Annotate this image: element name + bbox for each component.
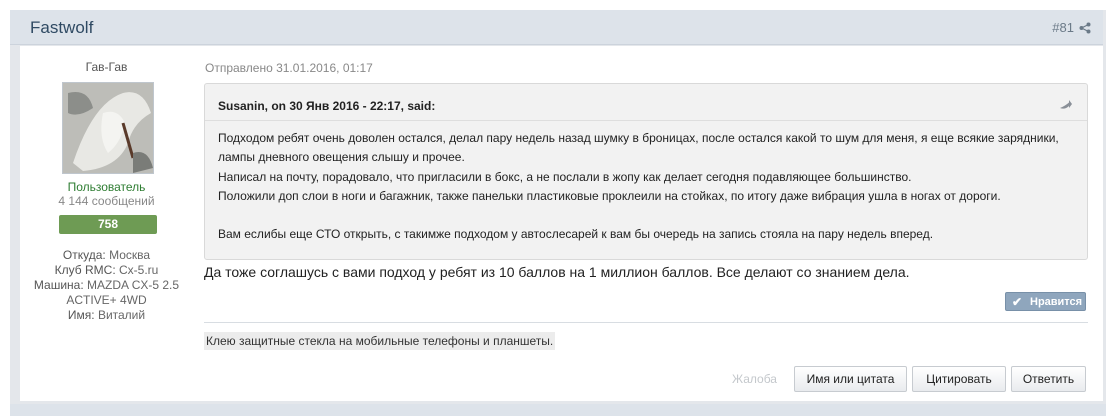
quote-line: Подходом ребят очень доволен остался, де… bbox=[218, 131, 1059, 145]
post-header: Fastwolf #81 bbox=[10, 10, 1103, 45]
avatar[interactable] bbox=[62, 82, 154, 174]
user-group: Пользователь bbox=[67, 180, 146, 194]
field-location: Откуда: Москва bbox=[62, 248, 151, 262]
quote-icon[interactable] bbox=[1059, 99, 1073, 111]
name-or-quote-button[interactable]: Имя или цитата bbox=[794, 366, 907, 392]
quote-button[interactable]: Цитировать bbox=[912, 366, 1006, 392]
report-link[interactable]: Жалоба bbox=[732, 372, 777, 386]
share-icon[interactable] bbox=[1079, 22, 1091, 34]
field-car-cont: ACTIVE+ 4WD bbox=[66, 293, 147, 307]
signature: Клею защитные стекла на мобильные телефо… bbox=[204, 332, 556, 350]
check-icon: ✔ bbox=[1012, 295, 1023, 309]
user-title: Гав-Гав bbox=[85, 60, 128, 74]
field-name: Имя: Виталий bbox=[67, 308, 146, 322]
user-post-count: 4 144 сообщений bbox=[58, 194, 155, 208]
quote-gap bbox=[218, 206, 1078, 225]
like-button[interactable]: ✔ Нравится bbox=[1005, 292, 1086, 311]
post-date: Отправлено 31.01.2016, 01:17 bbox=[205, 61, 373, 75]
post-number-link[interactable]: #81 bbox=[1052, 20, 1074, 35]
quote-line: Вам еслибы еще СТО открыть, с такимже по… bbox=[218, 227, 934, 242]
quote-header: Susanin, on 30 Янв 2016 - 22:17, said: bbox=[205, 84, 1087, 121]
next-post-header bbox=[10, 404, 1106, 416]
reputation-badge: 758 bbox=[59, 215, 157, 234]
quote-line: лампы дневного овещения слышу и прочее. bbox=[218, 150, 465, 165]
quote-line: Положили доп слои в ноги и багажник, так… bbox=[218, 188, 1001, 203]
avatar-image bbox=[63, 83, 153, 173]
quote-line: Написал на почту, порадовало, что пригла… bbox=[218, 169, 912, 184]
user-custom-fields: Откуда: Москва Клуб RMC: Cx-5.ru Машина:… bbox=[20, 248, 193, 323]
like-label: Нравится bbox=[1030, 296, 1083, 308]
signature-divider bbox=[204, 322, 1088, 323]
post-body: Гав-Гав Пользователь 4 144 сообщений 758… bbox=[20, 46, 1103, 401]
field-club: Клуб RMC: Cx-5.ru bbox=[54, 263, 159, 277]
quote-text: Подходом ребят очень доволен остался, де… bbox=[218, 129, 1078, 244]
reply-button[interactable]: Ответить bbox=[1011, 366, 1086, 392]
post-author-name[interactable]: Fastwolf bbox=[30, 18, 93, 38]
post-text: Да тоже соглашусь с вами подход у ребят … bbox=[204, 264, 910, 280]
field-car: Машина: MAZDA CX-5 2.5 bbox=[33, 278, 180, 292]
quote-citation: Susanin, on 30 Янв 2016 - 22:17, said: bbox=[218, 99, 436, 113]
quote-block: Susanin, on 30 Янв 2016 - 22:17, said: П… bbox=[204, 83, 1088, 260]
